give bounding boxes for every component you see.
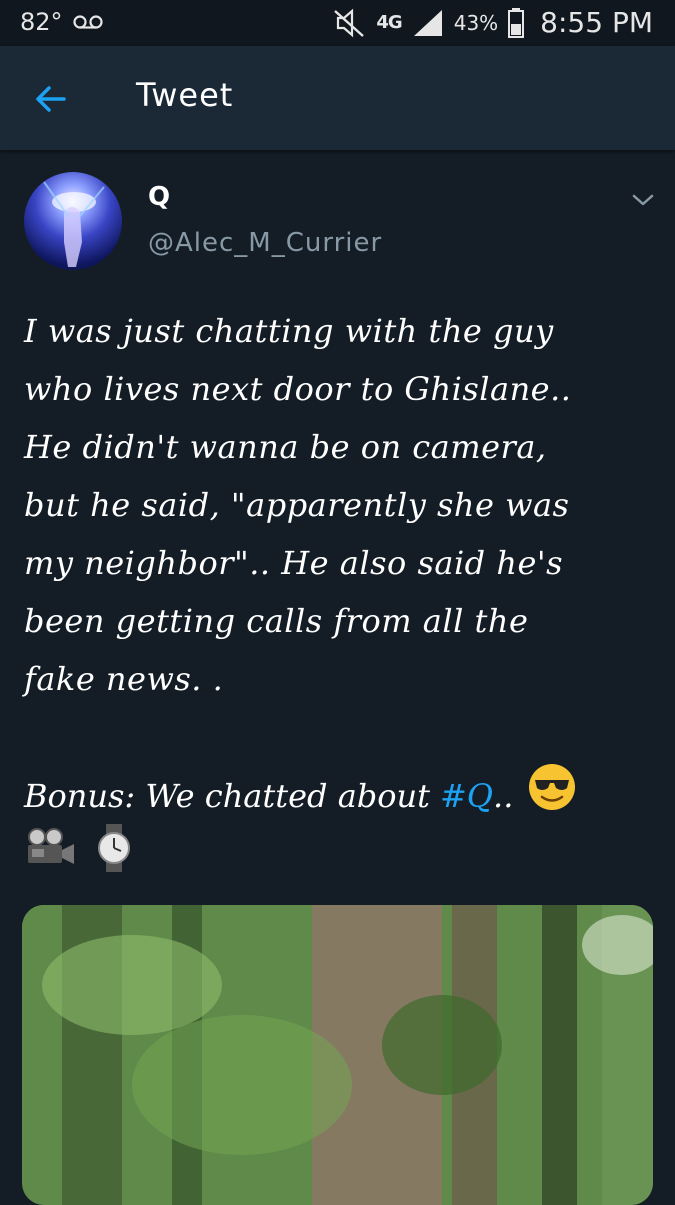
app-bar: Tweet [0,46,675,150]
video-thumbnail[interactable] [22,905,653,1205]
tweet-line: been getting calls from all the [24,602,529,640]
tweet-text: I was just chatting with the guy who liv… [24,302,652,708]
emoji-row [24,824,132,876]
voicemail-icon [72,14,103,30]
battery-icon [508,7,525,38]
page-title: Tweet [136,76,234,114]
tweet-line: I was just chatting with the guy [24,312,554,350]
tweet-line: fake news. . [24,660,224,698]
user-handle[interactable]: @Alec_M_Currier [148,228,382,258]
temperature: 82° [20,8,63,36]
status-left: 82° [20,8,103,36]
bonus-line: Bonus: We chatted about #Q .. [24,762,652,830]
mute-icon [332,8,366,38]
chevron-down-icon [632,194,654,206]
avatar[interactable] [24,172,122,270]
bonus-text: Bonus: We chatted about [24,777,430,815]
battery-percent: 43% [453,10,499,35]
tweet-line: who lives next door to Ghislane.. [24,370,572,408]
watch-emoji [96,824,132,876]
sunglasses-emoji [527,762,577,830]
network-type: 4G [376,12,402,33]
arrow-left-icon [36,86,66,112]
bonus-suffix: .. [493,777,514,815]
tweet-line: my neighbor".. He also said he's [24,544,564,582]
more-options-button[interactable] [628,188,658,212]
clock: 8:55 PM [540,6,653,39]
status-bar: 82° 4G 43% 8:55 PM [0,0,675,46]
hashtag-link[interactable]: #Q [440,767,493,825]
tweet-line: but he said, "apparently she was [24,486,570,524]
back-button[interactable] [30,78,72,120]
status-right: 4G 43% 8:55 PM [332,6,653,39]
movie-camera-emoji [24,828,76,872]
tweet-line: He didn't wanna be on camera, [24,428,547,466]
display-name[interactable]: Q [148,182,170,212]
signal-icon [412,8,444,38]
